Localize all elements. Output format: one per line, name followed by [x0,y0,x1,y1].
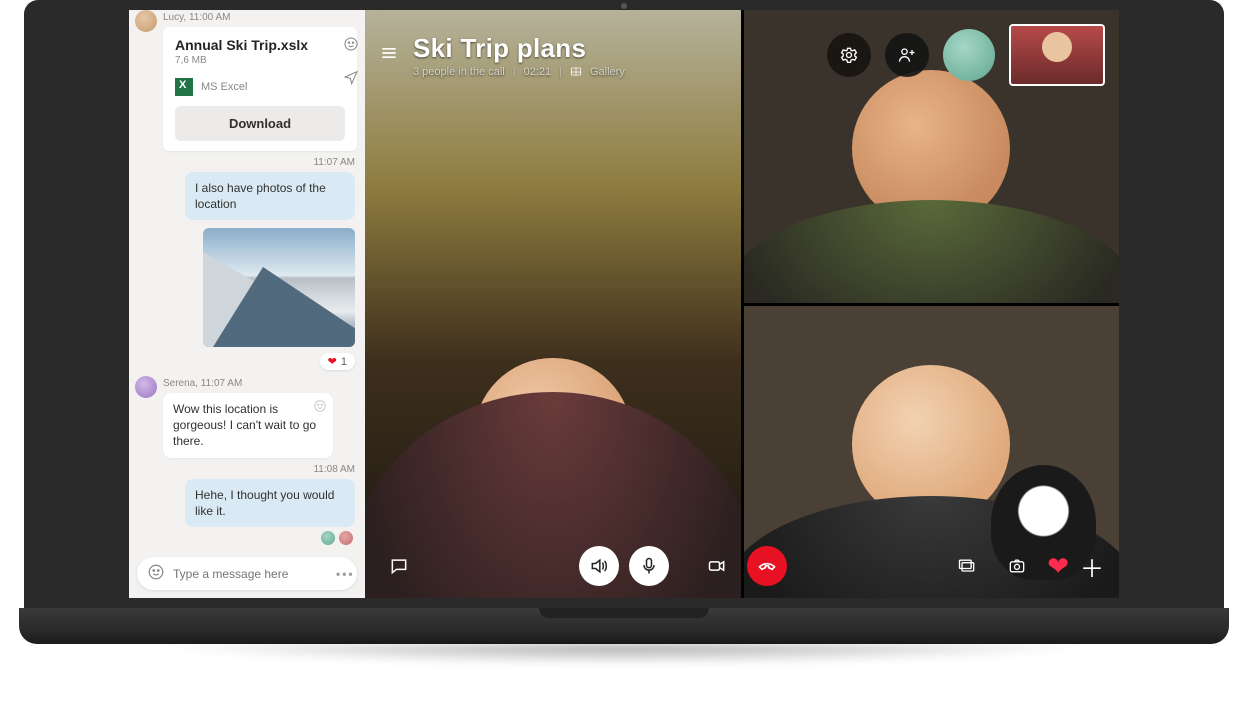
speaker-icon [589,556,609,576]
video-button[interactable] [697,546,737,586]
excel-icon [175,78,193,96]
heart-icon: ❤ [328,355,337,368]
add-participant-button[interactable] [885,33,929,77]
emoji-icon[interactable] [343,36,359,55]
download-button[interactable]: Download [175,106,345,141]
receipt-avatar [339,531,353,545]
call-pane: Ski Trip plans 3 people in the call | 02… [365,10,1119,598]
message-out[interactable]: Hehe, I thought you would like it. [185,479,355,527]
message-input[interactable] [173,567,328,581]
avatar-lucy [135,10,157,32]
file-attachment-card[interactable]: Annual Ski Trip.xslx 7,6 MB MS Excel Dow… [163,27,357,151]
file-name: Annual Ski Trip.xslx [175,37,345,53]
photo-attachment[interactable] [203,228,355,347]
snapshot-button[interactable] [997,546,1037,586]
heart-reaction-button[interactable]: ❤ [1047,551,1069,582]
emoji-picker-icon[interactable] [147,563,165,584]
snapshot-icon [1007,556,1027,576]
call-people-count: 3 people in the call [413,66,505,78]
laptop-shadow [19,644,1229,694]
send-icon[interactable] [343,69,359,88]
chat-pane: Lucy, 11:00 AM Annual Ski Trip.xslx 7 [129,10,365,598]
reaction-count: 1 [341,356,347,368]
message-text: Wow this location is gorgeous! I can't w… [173,402,316,448]
skype-app: Lucy, 11:00 AM Annual Ski Trip.xslx 7 [129,10,1119,598]
mic-button[interactable] [629,546,669,586]
menu-icon[interactable] [379,43,399,68]
screenshare-button[interactable] [947,546,987,586]
react-emoji-icon[interactable] [313,399,327,417]
add-reaction-button[interactable]: ＋ [1079,549,1105,584]
chat-icon [389,556,409,576]
read-receipts [129,529,365,549]
avatar-serena [135,376,157,398]
message-meta: Lucy, 11:00 AM [129,10,365,25]
message-in[interactable]: Wow this location is gorgeous! I can't w… [163,393,333,458]
message-composer[interactable]: ••• [137,557,357,590]
add-person-icon [897,45,917,65]
laptop-camera [621,3,627,9]
timestamp: 11:08 AM [129,460,365,477]
screenshare-icon [957,556,977,576]
call-subline: 3 people in the call | 02:21 | Gallery [413,66,625,78]
gear-icon [839,45,859,65]
receipt-avatar [321,531,335,545]
hangup-button[interactable] [747,546,787,586]
call-duration: 02:21 [524,66,552,78]
file-size: 7,6 MB [175,55,345,66]
reaction-chip[interactable]: ❤ 1 [320,353,355,370]
mic-icon [639,556,659,576]
hangup-icon [757,556,777,576]
settings-button[interactable] [827,33,871,77]
open-chat-button[interactable] [379,546,419,586]
video-tile-main[interactable] [365,10,741,598]
timestamp: 11:07 AM [129,153,365,170]
video-icon [707,556,727,576]
more-options-icon[interactable]: ••• [336,567,355,581]
participant-bubble[interactable] [943,29,995,81]
call-title: Ski Trip plans [413,33,625,64]
call-view-mode[interactable]: Gallery [590,66,625,78]
self-view-pip[interactable] [1009,24,1105,86]
message-out[interactable]: I also have photos of the location [185,172,355,220]
file-app-label: MS Excel [201,81,247,93]
gallery-view-icon [570,66,582,78]
message-meta: Serena, 11:07 AM [129,376,365,391]
speaker-button[interactable] [579,546,619,586]
